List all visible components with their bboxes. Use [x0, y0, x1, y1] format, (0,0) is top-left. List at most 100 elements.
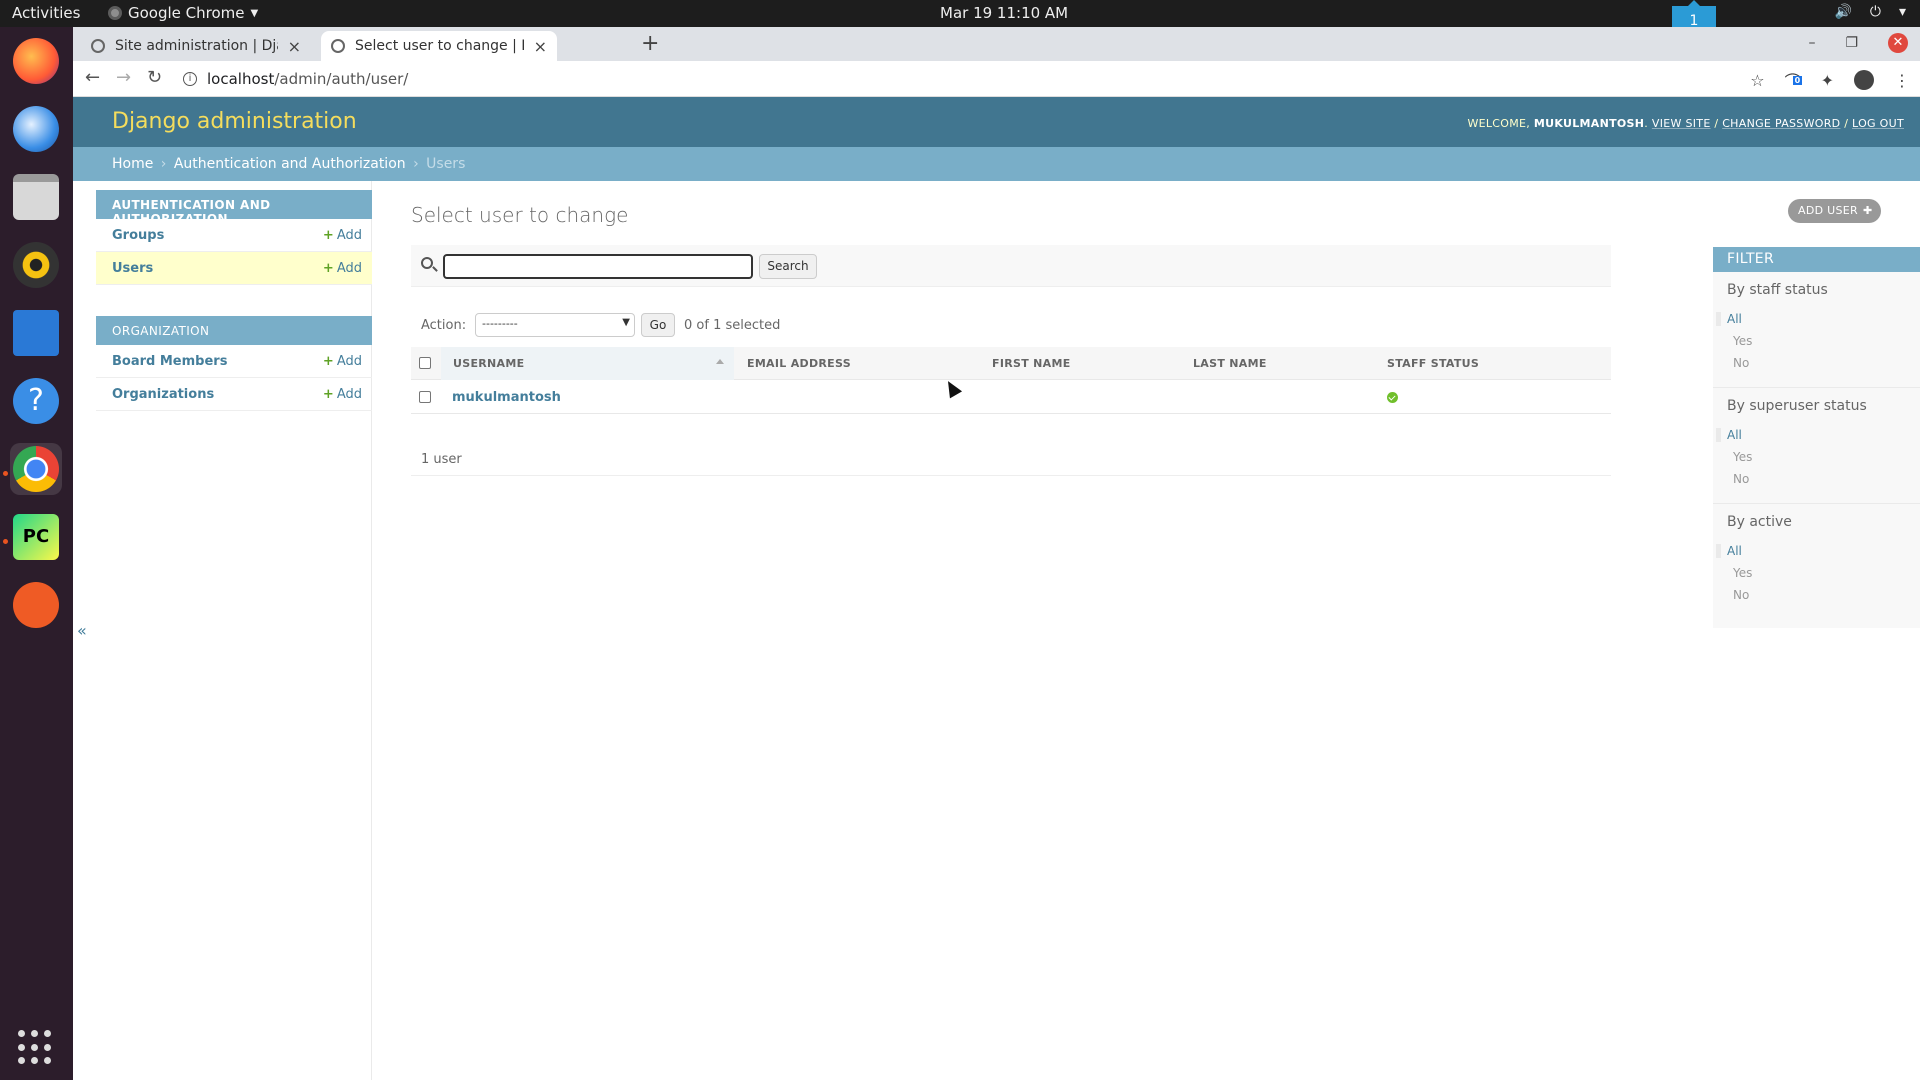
- dock-chrome[interactable]: [10, 443, 62, 495]
- module-caption-auth[interactable]: AUTHENTICATION AND AUTHORIZATION: [96, 190, 372, 226]
- filter-heading: FILTER: [1713, 247, 1920, 272]
- add-label: Add: [336, 354, 362, 369]
- sort-ascending-icon[interactable]: [716, 359, 724, 364]
- dock-thunderbird[interactable]: [10, 103, 62, 155]
- close-tab-icon[interactable]: ×: [534, 37, 547, 56]
- filter-option-no[interactable]: No: [1727, 472, 1749, 486]
- go-button[interactable]: Go: [641, 313, 675, 337]
- collapse-sidebar-button[interactable]: «: [77, 621, 87, 640]
- app-menu-label: Google Chrome: [128, 4, 245, 22]
- close-window-button[interactable]: ✕: [1888, 33, 1908, 53]
- toolbar-icons: ☆ ⌒0 ✦ ⋮: [1750, 68, 1910, 92]
- filter-option-yes[interactable]: Yes: [1727, 566, 1752, 580]
- breadcrumb-home[interactable]: Home: [112, 156, 153, 172]
- writer-icon: [13, 310, 59, 356]
- pycharm-icon: PC: [13, 514, 59, 560]
- filter-title: By active: [1727, 514, 1792, 530]
- add-board-members-link[interactable]: + Add: [323, 354, 362, 369]
- filter-group-staff-status: By staff status All Yes No: [1713, 272, 1920, 388]
- bookmark-star-icon[interactable]: ☆: [1750, 71, 1764, 90]
- sidebar-item-label[interactable]: Groups: [112, 228, 164, 243]
- close-tab-icon[interactable]: ×: [288, 37, 301, 56]
- firefox-icon: [13, 38, 59, 84]
- row-checkbox[interactable]: [419, 391, 431, 403]
- maximize-button[interactable]: ❐: [1845, 35, 1858, 51]
- add-organizations-link[interactable]: + Add: [323, 387, 362, 402]
- module-caption-organization[interactable]: ORGANIZATION: [96, 316, 372, 345]
- action-label: Action:: [421, 318, 467, 333]
- yes-icon: [1387, 392, 1398, 403]
- filter-option-all[interactable]: All: [1716, 544, 1742, 558]
- filter-group-active: By active All Yes No: [1713, 504, 1920, 628]
- system-tray[interactable]: 🔊 ⏻ ▾: [1834, 4, 1906, 20]
- page-title: Select user to change: [411, 203, 629, 227]
- add-user-label: ADD USER: [1798, 204, 1858, 217]
- volume-icon[interactable]: 🔊: [1834, 4, 1851, 20]
- user-tools: WELCOME, MUKULMANTOSH. VIEW SITE / CHANG…: [1467, 117, 1904, 130]
- add-users-link[interactable]: + Add: [323, 261, 362, 276]
- column-header-staff-status[interactable]: STAFF STATUS: [1387, 357, 1479, 370]
- search-input[interactable]: [443, 254, 753, 279]
- activities-button[interactable]: Activities: [12, 4, 80, 22]
- new-tab-button[interactable]: +: [641, 31, 659, 56]
- sidebar-item-label[interactable]: Organizations: [112, 387, 214, 402]
- profile-avatar[interactable]: [1854, 70, 1874, 90]
- dock-help[interactable]: ?: [10, 375, 62, 427]
- show-apps-button[interactable]: [18, 1030, 54, 1066]
- welcome-text: WELCOME,: [1467, 117, 1531, 130]
- app-menu[interactable]: Google Chrome ▼: [108, 4, 258, 22]
- dock-writer[interactable]: [10, 307, 62, 359]
- sidebar-item-label[interactable]: Board Members: [112, 354, 227, 369]
- dock-rhythmbox[interactable]: [10, 239, 62, 291]
- tab-site-administration[interactable]: Site administration | Django site admin …: [81, 31, 311, 61]
- filter-option-yes[interactable]: Yes: [1727, 450, 1752, 464]
- browser-tab-bar: Site administration | Django site admin …: [73, 27, 1920, 61]
- caret-down-icon[interactable]: ▾: [1899, 4, 1906, 20]
- change-password-link[interactable]: CHANGE PASSWORD: [1722, 117, 1840, 130]
- sidebar-item-label[interactable]: Users: [112, 261, 153, 276]
- column-header-username[interactable]: USERNAME: [453, 357, 524, 370]
- dock-postman[interactable]: [10, 579, 62, 631]
- forward-arrow-icon[interactable]: →: [116, 67, 131, 88]
- breadcrumb-app[interactable]: Authentication and Authorization: [174, 156, 406, 172]
- table-header: USERNAME EMAIL ADDRESS FIRST NAME LAST N…: [411, 347, 1611, 380]
- separator: /: [1844, 117, 1849, 130]
- column-header-last-name[interactable]: LAST NAME: [1193, 357, 1267, 370]
- filter-option-no[interactable]: No: [1727, 356, 1749, 370]
- clock[interactable]: Mar 19 11:10 AM: [940, 4, 1068, 22]
- extension-icon[interactable]: ⌒0: [1785, 68, 1803, 92]
- site-name[interactable]: Django administration: [112, 109, 357, 134]
- filter-option-yes[interactable]: Yes: [1727, 334, 1752, 348]
- dock-firefox[interactable]: [10, 35, 62, 87]
- column-header-email[interactable]: EMAIL ADDRESS: [747, 357, 851, 370]
- username-link[interactable]: mukulmantosh: [452, 390, 561, 405]
- add-groups-link[interactable]: + Add: [323, 228, 362, 243]
- select-all-checkbox[interactable]: [419, 357, 431, 369]
- minimize-button[interactable]: –: [1808, 35, 1815, 51]
- puzzle-icon[interactable]: ✦: [1821, 71, 1834, 90]
- thunderbird-icon: [13, 106, 59, 152]
- filter-option-all[interactable]: All: [1716, 312, 1742, 326]
- search-button[interactable]: Search: [759, 254, 817, 279]
- power-icon[interactable]: ⏻: [1870, 4, 1881, 20]
- search-icon: [421, 257, 433, 269]
- reload-icon[interactable]: ↻: [147, 67, 162, 88]
- kebab-menu-icon[interactable]: ⋮: [1894, 71, 1910, 90]
- log-out-link[interactable]: LOG OUT: [1852, 117, 1904, 130]
- filter-option-no[interactable]: No: [1727, 588, 1749, 602]
- action-select[interactable]: --------- ▼: [475, 313, 635, 337]
- filter-body: By staff status All Yes No By superuser …: [1713, 272, 1920, 628]
- extension-badge: 0: [1792, 76, 1803, 85]
- back-arrow-icon[interactable]: ←: [85, 67, 100, 88]
- column-header-first-name[interactable]: FIRST NAME: [992, 357, 1071, 370]
- address-bar[interactable]: i localhost/admin/auth/user/: [183, 65, 1773, 93]
- add-user-button[interactable]: ADD USER ✚: [1788, 199, 1881, 223]
- tab-select-user[interactable]: Select user to change | Django site admi…: [321, 31, 557, 61]
- info-icon[interactable]: i: [183, 72, 197, 86]
- view-site-link[interactable]: VIEW SITE: [1652, 117, 1711, 130]
- postman-icon: [13, 582, 59, 628]
- dock-files[interactable]: [10, 171, 62, 223]
- browser-toolbar: ← → ↻ i localhost/admin/auth/user/ ☆ ⌒0 …: [73, 61, 1920, 97]
- dock-pycharm[interactable]: PC: [10, 511, 62, 563]
- filter-option-all[interactable]: All: [1716, 428, 1742, 442]
